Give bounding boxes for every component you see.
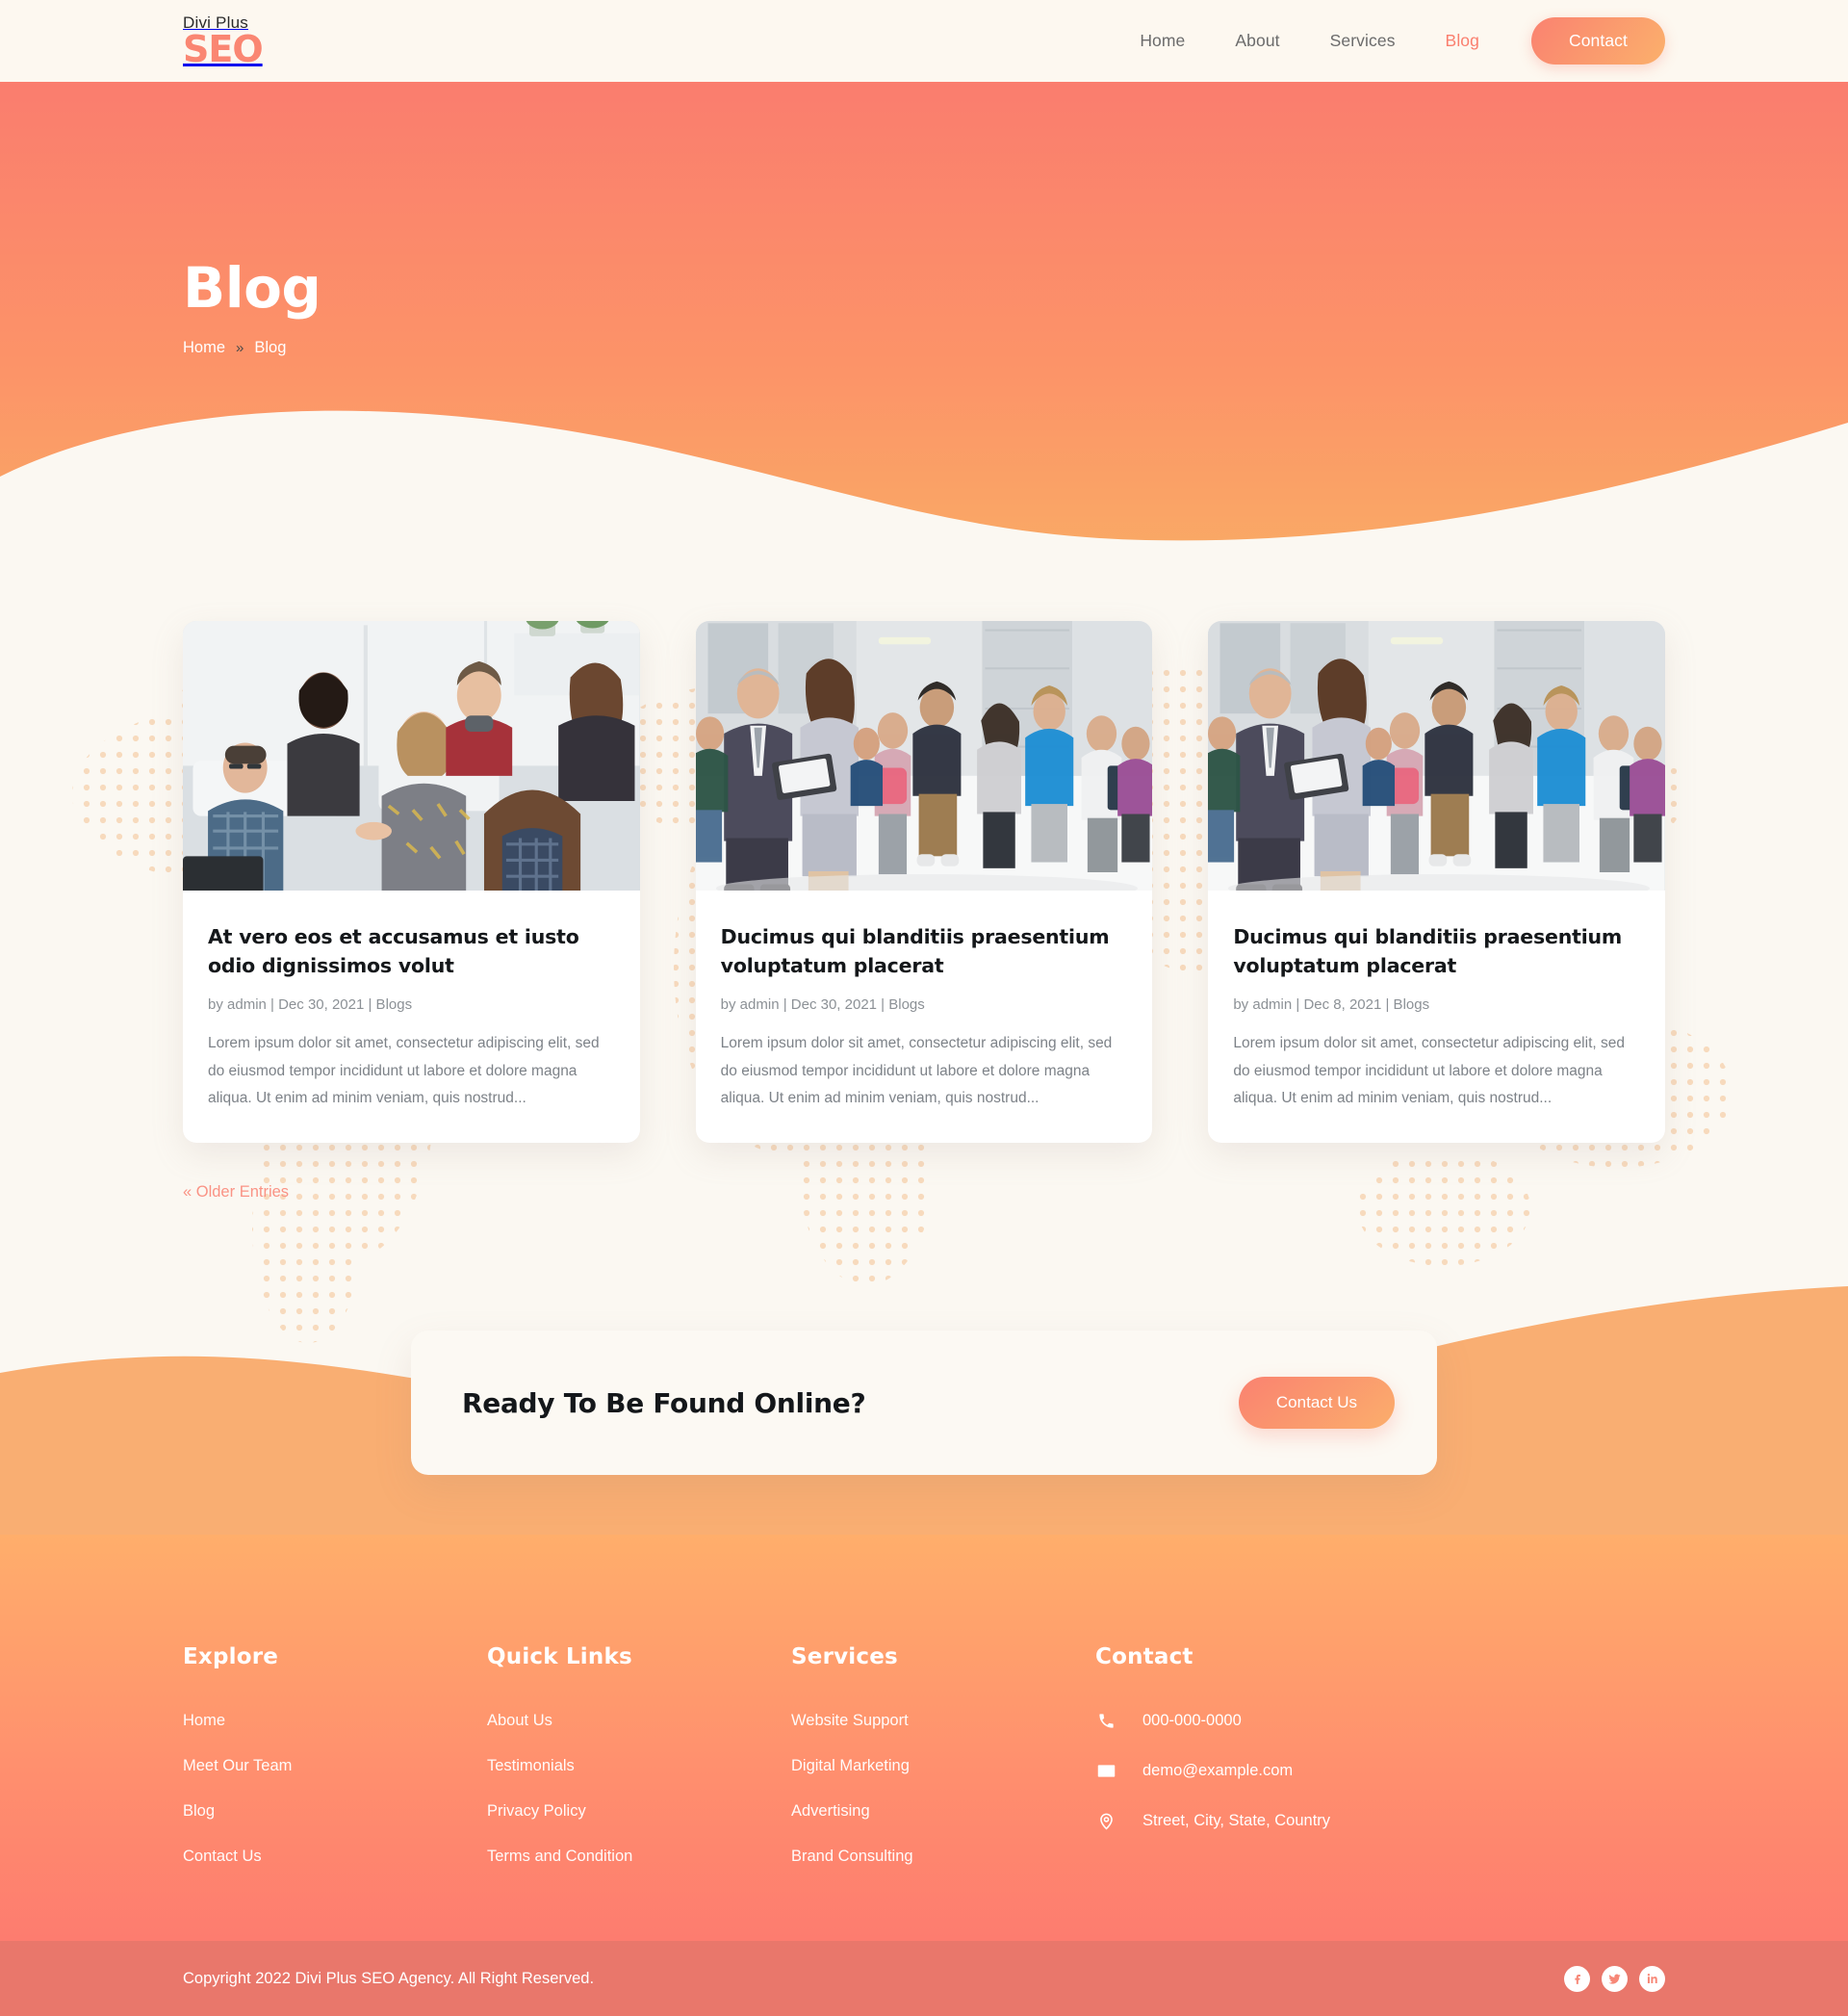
- list-item: Website Support: [791, 1712, 1095, 1730]
- blog-card-image: [695, 621, 1153, 891]
- footer-link-about-us[interactable]: About Us: [487, 1712, 552, 1729]
- main-navigation: Home About Services Blog Contact: [1115, 17, 1665, 65]
- blog-inner: At vero eos et accusamus et iusto odio d…: [0, 621, 1848, 1202]
- blog-card-excerpt: Lorem ipsum dolor sit amet, consectetur …: [720, 1035, 1113, 1106]
- chevron-double-right-icon: »: [236, 340, 244, 356]
- footer-link-digital-marketing[interactable]: Digital Marketing: [791, 1757, 910, 1774]
- blog-card-body: Ducimus qui blanditiis praesentium volup…: [696, 891, 1153, 1137]
- contact-email: demo@example.com: [1142, 1762, 1294, 1780]
- footer-column-explore: Explore Home Meet Our Team Blog Contact …: [183, 1644, 487, 1866]
- nav-item-blog[interactable]: Blog: [1421, 31, 1504, 51]
- list-item: Contact Us: [183, 1848, 487, 1866]
- contact-email-row[interactable]: demo@example.com: [1095, 1761, 1480, 1781]
- contact-address: Street, City, State, Country: [1142, 1812, 1331, 1830]
- cta-contact-us-button[interactable]: Contact Us: [1238, 1377, 1395, 1430]
- social-links: [1564, 1965, 1665, 1992]
- footer-column-contact: Contact 000-000-0000 demo@example.com St…: [1095, 1644, 1480, 1866]
- footer-link-contact-us[interactable]: Contact Us: [183, 1848, 262, 1865]
- copyright-bar: Copyright 2022 Divi Plus SEO Agency. All…: [0, 1941, 1848, 2016]
- list-item: Testimonials: [487, 1757, 791, 1775]
- linkedin-icon[interactable]: [1639, 1965, 1665, 1992]
- older-entries-link[interactable]: « Older Entries: [183, 1183, 289, 1202]
- footer-heading-contact: Contact: [1095, 1644, 1194, 1670]
- blog-listing-section: At vero eos et accusamus et iusto odio d…: [0, 554, 1848, 1536]
- hero-wave-divider: [0, 410, 1848, 554]
- list-item: Brand Consulting: [791, 1848, 1095, 1866]
- footer-link-blog[interactable]: Blog: [183, 1802, 215, 1820]
- footer-link-website-support[interactable]: Website Support: [791, 1712, 909, 1729]
- map-pin-icon: [1095, 1812, 1116, 1830]
- list-item: Meet Our Team: [183, 1757, 487, 1775]
- cta-section: Ready To Be Found Online? Contact Us: [0, 1246, 1848, 1536]
- blog-card-excerpt: Lorem ipsum dolor sit amet, consectetur …: [1233, 1035, 1625, 1106]
- footer-heading-quick-links: Quick Links: [487, 1644, 632, 1670]
- business-plaza-photo-illustration: [1208, 621, 1666, 891]
- blog-card[interactable]: Ducimus qui blanditiis praesentium volup…: [1208, 621, 1666, 1144]
- footer-column-quick-links: Quick Links About Us Testimonials Privac…: [487, 1644, 791, 1866]
- footer-link-list: Website Support Digital Marketing Advert…: [791, 1712, 1095, 1866]
- breadcrumb-home[interactable]: Home: [183, 339, 225, 357]
- footer-link-list: About Us Testimonials Privacy Policy Ter…: [487, 1712, 791, 1866]
- cta-card: Ready To Be Found Online? Contact Us: [411, 1331, 1437, 1476]
- phone-icon: [1095, 1712, 1116, 1730]
- footer-link-brand-consulting[interactable]: Brand Consulting: [791, 1848, 913, 1865]
- footer-link-testimonials[interactable]: Testimonials: [487, 1757, 575, 1774]
- footer-link-home[interactable]: Home: [183, 1712, 225, 1729]
- office-meeting-photo-illustration: [183, 621, 640, 891]
- blog-card-meta: by admin | Dec 8, 2021 | Blogs: [1233, 996, 1430, 1014]
- footer-link-meet-our-team[interactable]: Meet Our Team: [183, 1757, 292, 1774]
- footer-link-privacy-policy[interactable]: Privacy Policy: [487, 1802, 586, 1820]
- nav-item-services[interactable]: Services: [1305, 31, 1421, 51]
- blog-card-title[interactable]: Ducimus qui blanditiis praesentium volup…: [721, 923, 1128, 980]
- site-header: Divi Plus SEO Home About Services Blog C…: [0, 0, 1848, 82]
- blog-card-excerpt: Lorem ipsum dolor sit amet, consectetur …: [208, 1035, 600, 1106]
- footer-column-services: Services Website Support Digital Marketi…: [791, 1644, 1095, 1866]
- contact-address-row[interactable]: Street, City, State, Country: [1095, 1812, 1480, 1830]
- footer-link-list: Home Meet Our Team Blog Contact Us: [183, 1712, 487, 1866]
- envelope-icon: [1095, 1761, 1116, 1781]
- blog-card-meta: by admin | Dec 30, 2021 | Blogs: [208, 996, 413, 1014]
- facebook-icon[interactable]: [1564, 1965, 1590, 1992]
- contact-phone: 000-000-0000: [1142, 1712, 1242, 1730]
- list-item: Blog: [183, 1802, 487, 1821]
- nav-item-home[interactable]: Home: [1115, 31, 1210, 51]
- list-item: About Us: [487, 1712, 791, 1730]
- blog-card-title[interactable]: Ducimus qui blanditiis praesentium volup…: [1233, 923, 1640, 980]
- logo-main-text: SEO: [183, 28, 264, 71]
- list-item: Advertising: [791, 1802, 1095, 1821]
- blog-card-grid: At vero eos et accusamus et iusto odio d…: [183, 621, 1666, 1144]
- blog-card-image: [1208, 621, 1666, 891]
- copyright-text: Copyright 2022 Divi Plus SEO Agency. All…: [183, 1969, 595, 1987]
- blog-card-title[interactable]: At vero eos et accusamus et iusto odio d…: [208, 923, 615, 980]
- nav-item-about[interactable]: About: [1210, 31, 1304, 51]
- site-footer: Explore Home Meet Our Team Blog Contact …: [0, 1534, 1848, 1942]
- blog-card-body: At vero eos et accusamus et iusto odio d…: [183, 891, 640, 1137]
- page-title: Blog: [183, 255, 321, 321]
- list-item: Digital Marketing: [791, 1757, 1095, 1775]
- hero-section: Blog Home » Blog: [0, 82, 1848, 554]
- footer-heading-explore: Explore: [183, 1644, 279, 1670]
- contact-phone-row[interactable]: 000-000-0000: [1095, 1712, 1480, 1730]
- list-item: Privacy Policy: [487, 1802, 791, 1821]
- footer-link-terms-and-condition[interactable]: Terms and Condition: [487, 1848, 632, 1865]
- twitter-icon[interactable]: [1602, 1965, 1628, 1992]
- footer-columns: Explore Home Meet Our Team Blog Contact …: [183, 1644, 1665, 1866]
- blog-card[interactable]: Ducimus qui blanditiis praesentium volup…: [695, 621, 1153, 1144]
- header-inner: Divi Plus SEO Home About Services Blog C…: [0, 14, 1848, 71]
- blog-card-body: Ducimus qui blanditiis praesentium volup…: [1208, 891, 1665, 1137]
- footer-heading-services: Services: [791, 1644, 898, 1670]
- list-item: Terms and Condition: [487, 1848, 791, 1866]
- site-logo[interactable]: Divi Plus SEO: [183, 14, 264, 71]
- blog-card-image: [183, 621, 640, 891]
- breadcrumb-current: Blog: [254, 339, 287, 356]
- footer-link-advertising[interactable]: Advertising: [791, 1802, 870, 1820]
- nav-contact-button[interactable]: Contact: [1530, 17, 1665, 65]
- blog-card[interactable]: At vero eos et accusamus et iusto odio d…: [183, 621, 640, 1144]
- business-plaza-photo-illustration: [695, 621, 1153, 891]
- breadcrumb: Home » Blog: [183, 339, 1848, 357]
- list-item: Home: [183, 1712, 487, 1730]
- hero-content: Blog Home » Blog: [0, 82, 1848, 357]
- cta-title: Ready To Be Found Online?: [462, 1386, 866, 1419]
- blog-card-meta: by admin | Dec 30, 2021 | Blogs: [720, 996, 925, 1014]
